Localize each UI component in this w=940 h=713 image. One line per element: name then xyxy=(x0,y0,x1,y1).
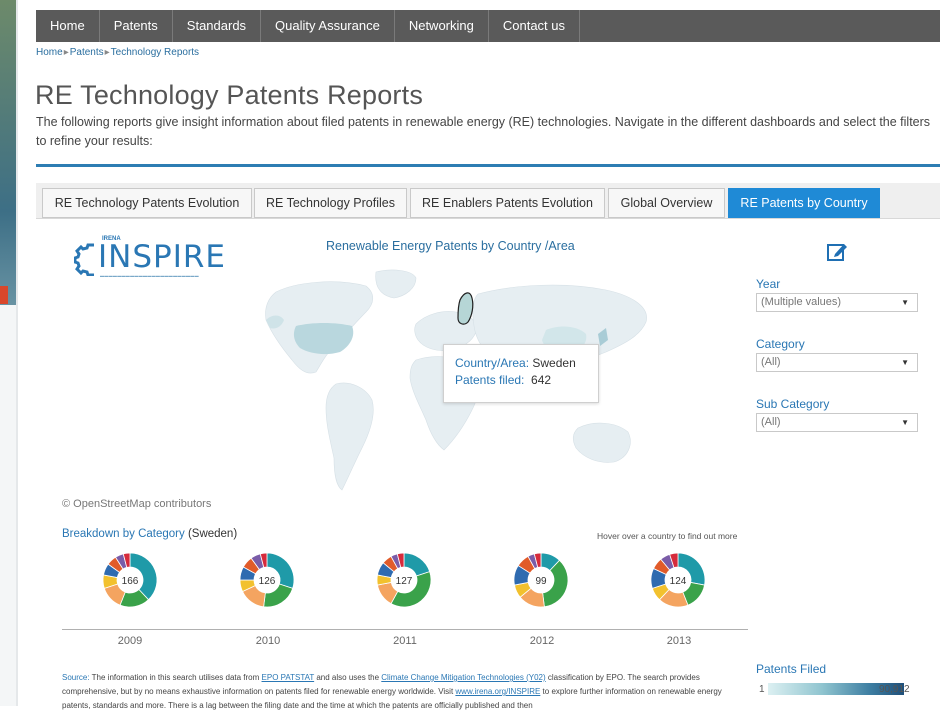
country-tooltip: Country/Area: Sweden Patents filed: 642 xyxy=(443,344,599,403)
year-axis-line xyxy=(62,629,748,630)
source-note: Source: The information in this search u… xyxy=(62,671,740,713)
tooltip-patents-label: Patents filed: xyxy=(455,373,525,387)
irena-inspire-link[interactable]: www.irena.org/INSPIRE xyxy=(455,687,540,696)
breadcrumb-separator-icon: ▸ xyxy=(63,47,69,58)
donut-total-label: 127 xyxy=(396,576,413,587)
breakdown-title: Breakdown by Category (Sweden) xyxy=(62,528,237,540)
tab-global-overview[interactable]: Global Overview xyxy=(608,188,725,218)
map-greenland xyxy=(375,269,417,299)
legend-min: 1 xyxy=(759,684,765,695)
dashboard-tabs: RE Technology Patents Evolution RE Techn… xyxy=(36,183,940,219)
map-attribution: © OpenStreetMap contributors xyxy=(62,498,212,510)
donut-total-label: 126 xyxy=(259,576,276,587)
nav-networking[interactable]: Networking xyxy=(395,10,489,42)
logo-subtitle-graphic: ▬▬▬▬▬▬▬▬▬▬▬▬▬▬▬▬▬▬▬▬▬▬▬ xyxy=(100,273,199,278)
side-badge xyxy=(0,286,8,304)
donut-total-label: 99 xyxy=(535,576,547,587)
side-image-strip xyxy=(0,0,16,706)
breadcrumb-home[interactable]: Home xyxy=(36,47,63,58)
legend-max: 90,912 xyxy=(879,684,910,695)
category-filter-label: Category xyxy=(756,337,805,351)
subcategory-filter-label: Sub Category xyxy=(756,397,830,411)
map-title: Renewable Energy Patents by Country /Are… xyxy=(326,239,575,253)
y02-classification-link[interactable]: Climate Change Mitigation Technologies (… xyxy=(381,673,545,682)
subcategory-filter-value: (All) xyxy=(761,416,781,428)
nav-home[interactable]: Home xyxy=(36,10,100,42)
year-label-2009: 2009 xyxy=(117,635,143,647)
nav-standards[interactable]: Standards xyxy=(173,10,262,42)
chevron-down-icon: ▼ xyxy=(901,298,909,307)
breadcrumb-separator-icon: ▸ xyxy=(104,47,110,58)
dashboard-panel: IRENA INSPIRE ▬▬▬▬▬▬▬▬▬▬▬▬▬▬▬▬▬▬▬▬▬▬▬ Re… xyxy=(36,219,940,710)
hover-hint: Hover over a country to find out more xyxy=(597,531,738,541)
chevron-down-icon: ▼ xyxy=(901,418,909,427)
tooltip-country-value: Sweden xyxy=(532,356,576,370)
top-nav: Home Patents Standards Quality Assurance… xyxy=(36,10,940,42)
map-south-america xyxy=(325,382,374,491)
page-intro: The following reports give insight infor… xyxy=(36,115,931,148)
gear-logo-icon xyxy=(74,243,94,276)
year-label-2010: 2010 xyxy=(255,635,281,647)
year-label-2013: 2013 xyxy=(666,635,692,647)
year-label-2011: 2011 xyxy=(393,635,417,647)
breakdown-country: (Sweden) xyxy=(187,528,238,540)
category-filter-value: (All) xyxy=(761,356,781,368)
map-usa xyxy=(293,323,354,355)
map-australia xyxy=(572,422,631,463)
inspire-logo: IRENA INSPIRE ▬▬▬▬▬▬▬▬▬▬▬▬▬▬▬▬▬▬▬▬▬▬▬ xyxy=(74,236,226,280)
nav-contact-us[interactable]: Contact us xyxy=(489,10,581,42)
donut-total-label: 166 xyxy=(122,576,139,587)
title-divider xyxy=(36,164,940,167)
nav-patents[interactable]: Patents xyxy=(100,10,173,42)
source-label: Source: xyxy=(62,673,90,682)
edit-icon[interactable] xyxy=(826,241,848,263)
chevron-down-icon: ▼ xyxy=(901,358,909,367)
epo-patstat-link[interactable]: EPO PATSTAT xyxy=(262,673,315,682)
tooltip-country-label: Country/Area: xyxy=(455,356,530,370)
tab-re-enablers-patents-evolution[interactable]: RE Enablers Patents Evolution xyxy=(410,188,605,218)
year-filter-select[interactable]: (Multiple values) ▼ xyxy=(756,293,918,312)
category-filter-select[interactable]: (All) ▼ xyxy=(756,353,918,372)
source-text-1: The information in this search utilises … xyxy=(89,673,262,682)
tooltip-patents-value: 642 xyxy=(531,373,552,387)
nav-quality-assurance[interactable]: Quality Assurance xyxy=(261,10,395,42)
patents-filed-legend-title: Patents Filed xyxy=(756,662,827,676)
year-filter-label: Year xyxy=(756,277,781,291)
edge-divider xyxy=(16,0,18,706)
subcategory-filter-select[interactable]: (All) ▼ xyxy=(756,413,918,432)
page-title: RE Technology Patents Reports xyxy=(35,80,424,110)
donut-total-label: 124 xyxy=(670,576,687,587)
tab-re-technology-patents-evolution[interactable]: RE Technology Patents Evolution xyxy=(42,188,252,218)
breakdown-title-label: Breakdown by Category xyxy=(62,528,185,540)
breadcrumb: Home▸Patents▸Technology Reports xyxy=(36,47,199,58)
year-filter-value: (Multiple values) xyxy=(761,296,842,308)
logo-inspire: INSPIRE xyxy=(98,239,226,275)
year-label-2012: 2012 xyxy=(529,635,555,647)
source-text-2: and also uses the xyxy=(314,673,382,682)
tab-re-patents-by-country[interactable]: RE Patents by Country xyxy=(728,188,880,218)
breadcrumb-technology-reports[interactable]: Technology Reports xyxy=(111,47,199,58)
breadcrumb-patents[interactable]: Patents xyxy=(70,47,104,58)
tab-re-technology-profiles[interactable]: RE Technology Profiles xyxy=(254,188,407,218)
side-panel xyxy=(0,305,16,706)
